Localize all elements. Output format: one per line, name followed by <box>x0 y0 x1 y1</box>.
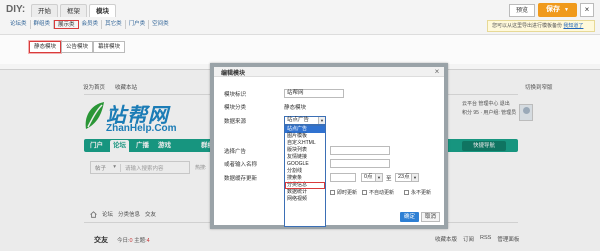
no-auto-update-checkbox[interactable]: 不自动更新 <box>362 189 394 196</box>
chevron-down-icon: ▼ <box>318 117 325 124</box>
data-source-label: 数据来源 <box>224 119 247 125</box>
notice-module-button[interactable]: 公告模块 <box>61 41 94 53</box>
edit-module-dialog: 编辑模块 × 模块标识 站帮网 模块分类 静态模块 数据来源 站点广告 ▼ 站点… <box>210 63 448 229</box>
data-source-value: 站点广告 <box>287 117 310 123</box>
data-source-option[interactable]: 分类信息 <box>285 182 325 189</box>
diy-actions: 预览 保存 ▼ × <box>509 3 594 17</box>
cache-interval-input[interactable] <box>330 173 356 182</box>
custom-name-label: 或者输入名称 <box>224 162 258 168</box>
subtab-display[interactable]: 展示类 <box>54 20 79 29</box>
time-end-select[interactable]: 23点 ▼ <box>395 173 419 182</box>
preview-button[interactable]: 预览 <box>509 3 536 17</box>
custom-name-input[interactable] <box>330 159 390 168</box>
curtain-module-button[interactable]: 幕拼模块 <box>93 41 126 53</box>
instant-update-checkbox[interactable]: 即时更新 <box>330 189 357 196</box>
subtab-portal[interactable]: 门户类 <box>126 20 150 29</box>
module-class-label: 模块分类 <box>224 105 247 111</box>
notice-text: 您可以从这里导出进行模板备份 <box>492 23 563 29</box>
diy-logo: DIY: <box>6 4 26 15</box>
never-update-label: 永不更新 <box>411 190 432 196</box>
module-category-tabs: 论坛类 群组类 展示类 会员类 其它类 门户类 空间类 <box>7 20 172 29</box>
cache-update-label: 数据缓存更新 <box>224 176 258 182</box>
save-button-label: 保存 <box>546 6 561 13</box>
no-auto-update-label: 不自动更新 <box>369 190 395 196</box>
data-source-option[interactable]: 友情链接 <box>285 154 325 161</box>
time-start-value: 0点 <box>364 174 373 180</box>
ad-select-label: 选择广告 <box>224 149 247 155</box>
data-source-option[interactable]: 分割线 <box>285 168 325 175</box>
data-source-option[interactable]: 数据统计 <box>285 189 325 196</box>
subtab-member[interactable]: 会员类 <box>79 20 103 29</box>
export-notice: 您可以从这里导出进行模板备份 我知道了 <box>487 20 595 32</box>
data-source-option[interactable]: 网络视频 <box>285 196 325 203</box>
data-source-option[interactable]: 版块列表 <box>285 147 325 154</box>
chevron-down-icon: ▼ <box>564 7 569 13</box>
instant-update-label: 即时更新 <box>337 190 358 196</box>
subtab-space[interactable]: 空间类 <box>149 20 172 29</box>
module-id-label: 模块标识 <box>224 92 247 98</box>
checkbox-icon <box>362 190 367 195</box>
diy-toolbar: DIY: 开始 框架 模块 预览 保存 ▼ × 论坛类 群组类 展示类 会员类 … <box>0 0 600 70</box>
subtab-other[interactable]: 其它类 <box>102 20 126 29</box>
module-id-input[interactable]: 站帮网 <box>284 89 344 98</box>
static-module-button[interactable]: 静态模块 <box>27 40 63 54</box>
confirm-button[interactable]: 确定 <box>400 212 419 222</box>
never-update-checkbox[interactable]: 永不更新 <box>404 189 431 196</box>
subtab-forum[interactable]: 论坛类 <box>7 20 31 29</box>
save-button[interactable]: 保存 ▼ <box>538 3 577 17</box>
chevron-down-icon: ▼ <box>411 174 418 181</box>
data-source-option[interactable]: 图片模板 <box>285 133 325 140</box>
data-source-dropdown: 站点广告 图片模板 自定义HTML 版块列表 友情链接 GOOGLE 分割线 搜索条 分类信息数… <box>284 125 326 227</box>
module-palette: 静态模块 公告模块 幕拼模块 <box>0 34 600 64</box>
data-source-option[interactable]: 站点广告 <box>285 126 325 133</box>
dialog-header: 编辑模块 × <box>214 67 444 77</box>
tab-frame[interactable]: 框架 <box>60 4 87 17</box>
time-to-label: 至 <box>386 176 392 182</box>
checkbox-icon <box>330 190 335 195</box>
chevron-down-icon: ▼ <box>375 174 382 181</box>
close-icon[interactable]: × <box>433 67 441 76</box>
data-source-option[interactable]: 搜索条 <box>285 175 325 182</box>
tab-module[interactable]: 模块 <box>89 4 116 17</box>
checkbox-icon <box>404 190 409 195</box>
time-start-select[interactable]: 0点 ▼ <box>361 173 383 182</box>
data-source-select[interactable]: 站点广告 ▼ <box>284 116 326 125</box>
diy-tab-bar: 开始 框架 模块 <box>31 4 118 17</box>
cancel-button[interactable]: 取消 <box>421 212 440 222</box>
data-source-option[interactable]: GOOGLE <box>285 161 325 168</box>
subtab-group[interactable]: 群组类 <box>31 20 55 29</box>
module-class-value: 静态模块 <box>284 105 307 111</box>
time-end-value: 23点 <box>398 174 410 180</box>
tab-start[interactable]: 开始 <box>31 4 58 17</box>
notice-dismiss-link[interactable]: 我知道了 <box>563 23 583 29</box>
dialog-title: 编辑模块 <box>221 71 246 77</box>
close-diy-button[interactable]: × <box>580 3 594 17</box>
ad-select[interactable] <box>330 146 390 155</box>
data-source-option[interactable]: 自定义HTML <box>285 140 325 147</box>
